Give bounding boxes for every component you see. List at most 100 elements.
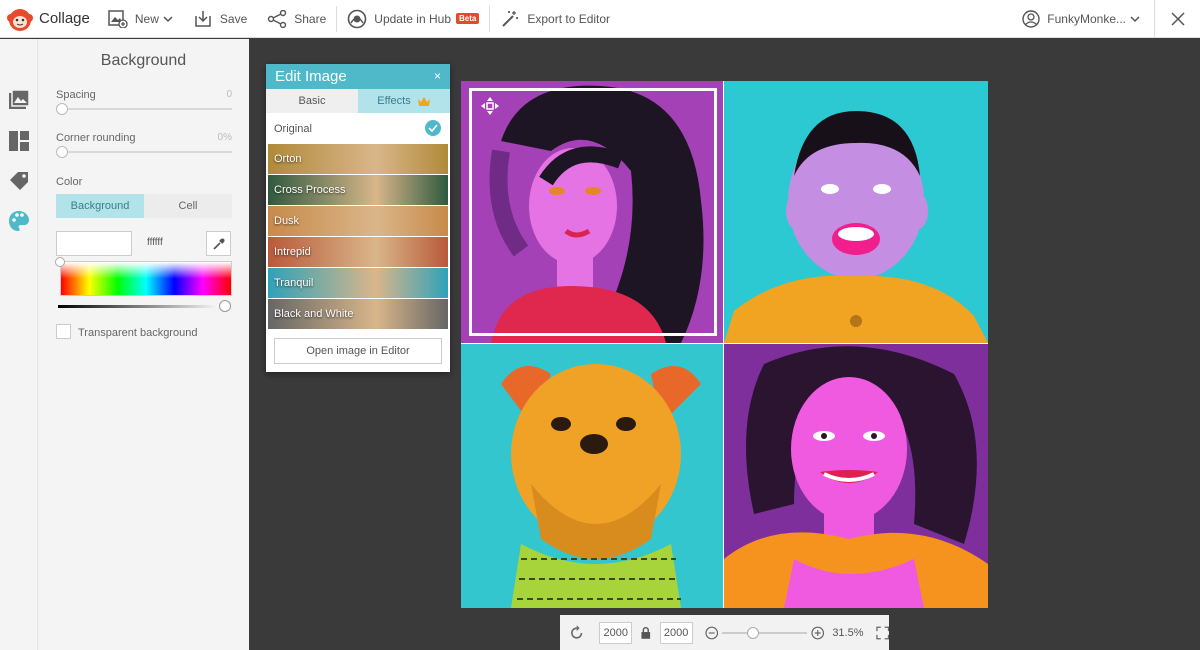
spectrum-picker-knob[interactable] (55, 257, 65, 267)
rail-stickers[interactable] (7, 169, 31, 193)
selected-check-icon (425, 120, 441, 136)
new-button[interactable]: New (98, 0, 183, 38)
collage (461, 81, 988, 608)
collage-cell-2[interactable] (724, 81, 988, 343)
laughing-child-photo (724, 81, 988, 343)
spacing-slider-knob[interactable] (56, 103, 68, 115)
effect-item-label: Tranquil (274, 277, 314, 289)
export-to-editor-button[interactable]: Export to Editor (490, 0, 620, 38)
spacing-label: Spacing (56, 89, 96, 101)
background-panel: Background Spacing 0 Corner rounding 0% … (38, 39, 249, 650)
open-in-editor-button[interactable]: Open image in Editor (274, 338, 442, 364)
effect-original-label: Original (274, 122, 312, 135)
color-label: Color (56, 176, 83, 188)
rail-background[interactable] (7, 209, 31, 233)
effect-item[interactable]: Orton (268, 144, 448, 174)
fullscreen-icon[interactable] (875, 626, 889, 640)
tab-effects[interactable]: Effects (358, 89, 450, 113)
user-icon (1022, 9, 1040, 28)
effect-item[interactable]: Black and White (268, 299, 448, 329)
new-image-icon (108, 9, 128, 28)
app-name: Collage (39, 10, 90, 27)
color-swatch[interactable] (56, 231, 132, 256)
corner-rounding-slider-knob[interactable] (56, 146, 68, 158)
corner-rounding-slider[interactable] (60, 151, 232, 153)
top-toolbar: Collage New Save Share Update in Hub Bet… (0, 0, 1200, 38)
transparent-checkbox[interactable] (56, 324, 71, 339)
color-spectrum[interactable] (60, 261, 232, 296)
background-icon (9, 211, 29, 231)
dog-sweater-photo (461, 344, 723, 608)
crown-icon (417, 96, 430, 106)
move-handle-icon[interactable] (480, 96, 500, 116)
collage-cell-4[interactable] (724, 344, 988, 608)
effect-item-label: Dusk (274, 215, 300, 227)
effect-item-label: Cross Process (274, 184, 346, 196)
close-app-button[interactable] (1154, 0, 1200, 38)
zoom-in-icon[interactable] (811, 626, 824, 640)
collage-cell-1[interactable] (461, 81, 723, 343)
layouts-icon (9, 131, 29, 151)
collage-cell-3[interactable] (461, 344, 723, 608)
brightness-slider-knob[interactable] (219, 300, 231, 312)
app-brand[interactable]: Collage (0, 0, 98, 38)
monkey-logo-icon (7, 8, 33, 31)
update-in-hub-button[interactable]: Update in Hub Beta (337, 0, 489, 38)
edit-image-panel: Edit Image × Basic Effects Original Orto… (266, 64, 450, 372)
rotate-icon[interactable] (568, 624, 585, 642)
hex-value[interactable]: ffffff (147, 237, 163, 248)
spacing-slider[interactable] (60, 108, 232, 110)
effect-item[interactable]: Dusk (268, 206, 448, 236)
update-label: Update in Hub (374, 11, 451, 26)
corner-rounding-value: 0% (217, 132, 232, 143)
effect-item[interactable]: Tranquil (268, 268, 448, 298)
stickers-icon (10, 172, 28, 190)
edit-image-header: Edit Image × (266, 64, 450, 89)
zoom-slider[interactable] (722, 626, 807, 639)
save-label: Save (219, 11, 248, 26)
rail-photos[interactable] (7, 88, 31, 112)
share-button[interactable]: Share (257, 0, 336, 38)
export-label: Export to Editor (527, 11, 611, 26)
tab-effects-label: Effects (377, 95, 411, 107)
hub-icon (347, 9, 367, 28)
effect-item-label: Black and White (274, 308, 354, 320)
user-name: FunkyMonke... (1047, 11, 1126, 26)
user-menu[interactable]: FunkyMonke... (1012, 0, 1150, 38)
beta-badge: Beta (456, 13, 480, 24)
effect-item-label: Orton (274, 153, 302, 165)
selected-cell-frame (469, 88, 717, 336)
smiling-woman-photo (724, 344, 988, 608)
tab-basic[interactable]: Basic (266, 89, 358, 113)
effect-item[interactable]: Cross Process (268, 175, 448, 205)
color-target-toggle: Background Cell (56, 194, 232, 218)
share-label: Share (294, 11, 327, 26)
chevron-down-icon (163, 15, 173, 22)
effect-item-label: Intrepid (274, 246, 311, 258)
close-icon[interactable]: × (434, 69, 441, 83)
brightness-slider[interactable] (58, 305, 224, 308)
height-input[interactable]: 2000 (659, 621, 693, 644)
canvas-size-bar: 2000 2000 31.5% (560, 615, 889, 650)
lock-icon[interactable] (640, 626, 652, 640)
save-icon (195, 10, 211, 27)
zoom-slider-knob[interactable] (746, 626, 759, 639)
rail-layouts[interactable] (7, 129, 31, 153)
effect-original[interactable]: Original (266, 113, 450, 144)
background-tab[interactable]: Background (56, 194, 144, 218)
tool-rail (0, 39, 38, 650)
spacing-value: 0 (226, 89, 232, 100)
effects-list: Orton Cross Process Dusk Intrepid Tranquil Bl… (266, 144, 450, 329)
save-button[interactable]: Save (183, 0, 257, 38)
eyedropper-button[interactable] (206, 231, 231, 256)
transparent-label: Transparent background (78, 327, 198, 339)
width-input[interactable]: 2000 (599, 621, 633, 644)
photos-icon (9, 89, 30, 109)
cell-tab[interactable]: Cell (144, 194, 232, 218)
effect-item[interactable]: Intrepid (268, 237, 448, 267)
edit-image-title: Edit Image (275, 68, 347, 85)
edit-image-tabs: Basic Effects (266, 89, 450, 113)
eyedropper-icon (212, 238, 224, 250)
chevron-down-icon (1130, 15, 1140, 22)
zoom-out-icon[interactable] (704, 626, 718, 640)
